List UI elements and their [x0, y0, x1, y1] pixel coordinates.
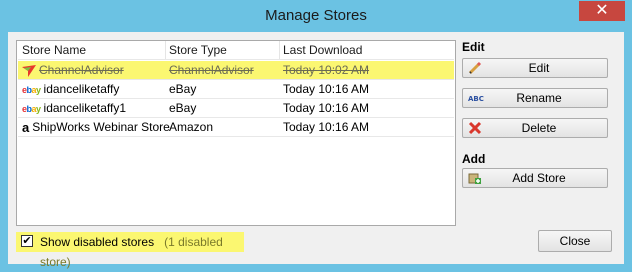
edit-section-label: Edit: [462, 40, 485, 54]
svg-text:ABC: ABC: [468, 95, 484, 103]
table-row[interactable]: ebay idanceliketaffy eBay Today 10:16 AM: [18, 80, 454, 99]
add-store-button[interactable]: Add Store: [462, 168, 608, 188]
store-name: ChannelAdvisor: [39, 63, 124, 77]
last-download: Today 10:16 AM: [283, 120, 370, 134]
last-download: Today 10:02 AM: [283, 63, 370, 77]
store-type: ChannelAdvisor: [169, 63, 254, 77]
ebay-icon: ebay: [22, 84, 41, 95]
store-type: eBay: [169, 101, 197, 115]
store-name: idanceliketaffy: [43, 82, 120, 96]
ebay-icon: ebay: [22, 103, 41, 114]
column-header-store-type[interactable]: Store Type: [169, 41, 281, 59]
table-row[interactable]: ChannelAdvisor ChannelAdvisor Today 10:0…: [18, 61, 454, 80]
store-type: eBay: [169, 82, 197, 96]
dialog-body: Store Name Store Type Last Download Chan…: [8, 32, 624, 269]
column-header-store-name[interactable]: Store Name: [22, 41, 162, 59]
show-disabled-stores-option[interactable]: ✔ Show disabled stores (1 disabled store…: [16, 232, 244, 269]
window-close-button[interactable]: ✕: [579, 1, 625, 21]
rename-abc-icon: ABC: [468, 95, 484, 103]
table-row[interactable]: ebay idanceliketaffy1 eBay Today 10:16 AM: [18, 99, 454, 118]
title-bar: Manage Stores ✕: [0, 0, 632, 32]
rename-button-label: Rename: [516, 91, 562, 105]
edit-button[interactable]: Edit: [462, 58, 608, 78]
delete-x-icon: [468, 121, 482, 135]
column-header-last-download[interactable]: Last Download: [283, 41, 453, 59]
list-header: Store Name Store Type Last Download: [18, 41, 454, 60]
delete-button-label: Delete: [521, 121, 557, 135]
pencil-icon: [468, 61, 482, 75]
show-disabled-checkbox[interactable]: ✔: [21, 235, 33, 247]
store-name: ShipWorks Webinar Store: [32, 120, 170, 134]
rename-button[interactable]: ABC Rename: [462, 88, 608, 108]
store-name: idanceliketaffy1: [43, 101, 127, 115]
table-row[interactable]: a ShipWorks Webinar Store Amazon Today 10…: [18, 118, 454, 137]
delete-button[interactable]: Delete: [462, 118, 608, 138]
channeladvisor-icon: [22, 64, 36, 77]
edit-button-label: Edit: [528, 61, 550, 75]
close-button[interactable]: Close: [538, 230, 612, 252]
window-title: Manage Stores: [265, 7, 367, 24]
add-store-button-label: Add Store: [512, 171, 566, 185]
add-section-label: Add: [462, 152, 486, 166]
last-download: Today 10:16 AM: [283, 101, 370, 115]
add-store-icon: [468, 173, 481, 184]
amazon-icon: a: [22, 119, 30, 135]
stores-list[interactable]: Store Name Store Type Last Download Chan…: [16, 40, 456, 226]
manage-stores-window: Manage Stores ✕ Store Name Store Type La…: [0, 0, 632, 272]
show-disabled-label: Show disabled stores: [40, 235, 155, 249]
last-download: Today 10:16 AM: [283, 82, 370, 96]
store-type: Amazon: [169, 120, 214, 134]
